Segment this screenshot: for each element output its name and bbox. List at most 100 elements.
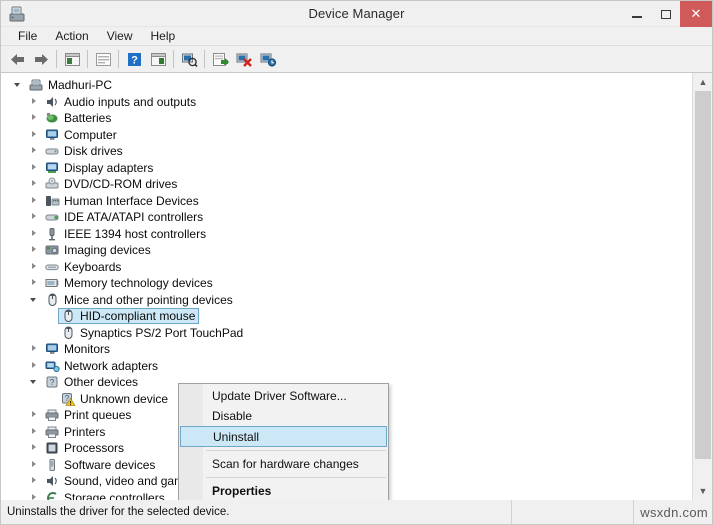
expand-arrow-icon[interactable] bbox=[27, 242, 43, 258]
tree-item[interactable]: Mice and other pointing devices bbox=[1, 292, 692, 309]
properties-icon[interactable] bbox=[91, 48, 115, 71]
window-controls: ✕ bbox=[622, 1, 712, 27]
tree-item-label: HID-compliant mouse bbox=[80, 309, 196, 324]
close-button[interactable]: ✕ bbox=[680, 1, 712, 27]
expand-arrow-icon[interactable] bbox=[27, 473, 43, 489]
tree-item[interactable]: Computer bbox=[1, 127, 692, 144]
toolbar-separator bbox=[118, 50, 119, 68]
expand-arrow-icon[interactable] bbox=[27, 160, 43, 176]
tree-item[interactable]: Monitors bbox=[1, 341, 692, 358]
expand-arrow-icon[interactable] bbox=[27, 275, 43, 291]
storage-controller-icon bbox=[43, 490, 61, 500]
toolbar-separator bbox=[204, 50, 205, 68]
software-device-icon bbox=[43, 457, 61, 473]
collapse-arrow-icon[interactable] bbox=[27, 374, 43, 390]
back-icon[interactable] bbox=[5, 48, 29, 71]
expand-arrow-icon[interactable] bbox=[27, 176, 43, 192]
tree-item-label: Madhuri-PC bbox=[48, 78, 113, 93]
device-context-menu[interactable]: Update Driver Software... Disable Uninstal… bbox=[178, 383, 389, 500]
toolbar-separator bbox=[87, 50, 88, 68]
expand-arrow-icon[interactable] bbox=[27, 193, 43, 209]
collapse-arrow-icon[interactable] bbox=[27, 292, 43, 308]
expand-arrow-icon[interactable] bbox=[27, 209, 43, 225]
tree-item[interactable]: Network adapters bbox=[1, 358, 692, 375]
memory-icon bbox=[43, 275, 61, 291]
tree-item[interactable]: Display adapters bbox=[1, 160, 692, 177]
update-driver-software-icon[interactable] bbox=[208, 48, 232, 71]
tree-item[interactable]: Audio inputs and outputs bbox=[1, 94, 692, 111]
view-icon[interactable] bbox=[146, 48, 170, 71]
uninstall-device-icon[interactable] bbox=[232, 48, 256, 71]
tree-item-label: Other devices bbox=[64, 375, 139, 390]
tree-item-content: Batteries bbox=[43, 110, 111, 126]
network-adapter-icon bbox=[43, 358, 61, 374]
expand-arrow-icon[interactable] bbox=[27, 259, 43, 275]
help-icon[interactable]: ? bbox=[122, 48, 146, 71]
show-hide-console-tree-icon[interactable] bbox=[60, 48, 84, 71]
tree-item-content: Printers bbox=[43, 424, 105, 440]
expand-arrow-icon[interactable] bbox=[27, 457, 43, 473]
expand-arrow-icon[interactable] bbox=[27, 94, 43, 110]
context-menu-item[interactable]: Disable bbox=[179, 406, 388, 426]
tree-item[interactable]: Keyboards bbox=[1, 259, 692, 276]
context-menu-item[interactable]: Update Driver Software... bbox=[179, 386, 388, 406]
expand-arrow-icon[interactable] bbox=[27, 143, 43, 159]
tree-item[interactable]: Memory technology devices bbox=[1, 275, 692, 292]
keyboard-icon bbox=[43, 259, 61, 275]
tree-item[interactable]: IEEE 1394 host controllers bbox=[1, 226, 692, 243]
expand-arrow-icon[interactable] bbox=[27, 127, 43, 143]
monitor-icon bbox=[43, 341, 61, 357]
tree-item[interactable]: Batteries bbox=[1, 110, 692, 127]
scroll-up-arrow-icon[interactable]: ▲ bbox=[693, 73, 712, 91]
context-menu-item[interactable]: Uninstall bbox=[180, 426, 387, 447]
camera-icon bbox=[43, 242, 61, 258]
tree-item-label: Synaptics PS/2 Port TouchPad bbox=[80, 325, 244, 340]
printer-icon bbox=[43, 407, 61, 423]
mouse-icon bbox=[59, 325, 77, 341]
status-bar: Uninstalls the driver for the selected d… bbox=[1, 500, 712, 524]
vertical-scrollbar[interactable]: ▲ ▼ bbox=[692, 73, 712, 500]
tree-item[interactable]: Madhuri-PC bbox=[1, 77, 692, 94]
collapse-arrow-icon[interactable] bbox=[11, 77, 27, 93]
tree-item[interactable]: Disk drives bbox=[1, 143, 692, 160]
tree-item[interactable]: DVD/CD-ROM drives bbox=[1, 176, 692, 193]
maximize-button[interactable] bbox=[651, 1, 680, 27]
menu-file[interactable]: File bbox=[9, 28, 46, 45]
scroll-down-arrow-icon[interactable]: ▼ bbox=[693, 482, 712, 500]
status-message-pane: Uninstalls the driver for the selected d… bbox=[1, 500, 512, 524]
context-menu-item[interactable]: Properties bbox=[179, 481, 388, 500]
status-secondary-pane bbox=[512, 500, 635, 524]
disable-device-icon[interactable] bbox=[256, 48, 280, 71]
tree-item[interactable]: IDE ATA/ATAPI controllers bbox=[1, 209, 692, 226]
processor-icon bbox=[43, 440, 61, 456]
expand-arrow-icon[interactable] bbox=[27, 490, 43, 500]
menu-view[interactable]: View bbox=[98, 28, 142, 45]
tree-item[interactable]: HID-compliant mouse bbox=[1, 308, 692, 325]
tree-item-label: Human Interface Devices bbox=[64, 193, 199, 208]
minimize-button[interactable] bbox=[622, 1, 651, 27]
expand-arrow-icon[interactable] bbox=[27, 341, 43, 357]
tree-item[interactable]: Human Interface Devices bbox=[1, 193, 692, 210]
expand-arrow-icon[interactable] bbox=[27, 358, 43, 374]
context-menu-item[interactable]: Scan for hardware changes bbox=[179, 454, 388, 474]
scan-for-hardware-changes-icon[interactable] bbox=[177, 48, 201, 71]
tree-item-label: Processors bbox=[64, 441, 125, 456]
expand-arrow-icon[interactable] bbox=[27, 424, 43, 440]
scrollbar-thumb[interactable] bbox=[695, 91, 711, 459]
tree-item-content: Synaptics PS/2 Port TouchPad bbox=[59, 325, 243, 341]
tree-item[interactable]: Synaptics PS/2 Port TouchPad bbox=[1, 325, 692, 342]
speaker-icon bbox=[43, 473, 61, 489]
toolbar-separator bbox=[56, 50, 57, 68]
menu-help[interactable]: Help bbox=[142, 28, 185, 45]
computer-icon bbox=[27, 77, 45, 93]
expand-arrow-icon[interactable] bbox=[27, 226, 43, 242]
expand-arrow-icon[interactable] bbox=[27, 440, 43, 456]
expand-arrow-icon[interactable] bbox=[27, 407, 43, 423]
display-adapter-icon bbox=[43, 160, 61, 176]
forward-icon[interactable] bbox=[29, 48, 53, 71]
expand-arrow-icon[interactable] bbox=[27, 110, 43, 126]
menu-action[interactable]: Action bbox=[46, 28, 97, 45]
tree-item[interactable]: Imaging devices bbox=[1, 242, 692, 259]
tree-item-label: Display adapters bbox=[64, 160, 154, 175]
